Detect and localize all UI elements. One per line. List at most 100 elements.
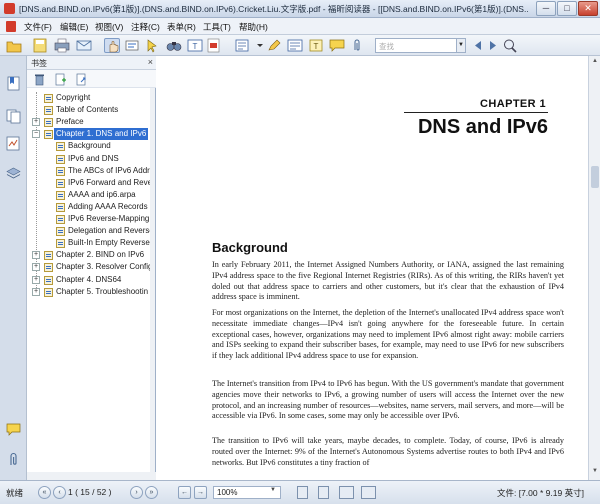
continuous-view-icon[interactable]	[318, 486, 329, 499]
bookmark-item[interactable]: + Chapter 4. DNS64	[32, 274, 151, 286]
bookmark-item[interactable]: Adding AAAA Records	[44, 201, 151, 213]
find-icon[interactable]	[166, 38, 182, 53]
comments-panel-icon[interactable]	[6, 422, 21, 437]
note-icon[interactable]	[234, 38, 250, 53]
textbox-icon[interactable]: T	[308, 38, 324, 53]
callout-icon[interactable]	[287, 38, 303, 53]
bookmark-icon	[44, 287, 53, 297]
bookmark-icon	[56, 166, 65, 176]
zoom-dropdown-icon[interactable]: ▼	[270, 487, 276, 493]
open-icon[interactable]	[6, 38, 22, 53]
bookmark-item[interactable]: + Chapter 3. Resolver Config	[32, 261, 151, 273]
bookmark-tree: Copyright Table of Contents + Preface − Chapt…	[27, 88, 151, 480]
scroll-down-icon[interactable]: ▼	[591, 468, 599, 476]
search-input[interactable]: 查找	[375, 38, 457, 53]
menu-tools[interactable]: 工具(T)	[203, 21, 231, 33]
bookmark-item[interactable]: The ABCs of IPv6 Addr	[44, 165, 151, 177]
tree-expander-icon[interactable]: +	[32, 275, 40, 284]
pdf-icon[interactable]	[206, 38, 222, 53]
bookmark-item[interactable]: + Preface	[32, 116, 151, 128]
next-page-icon[interactable]: ›	[130, 486, 143, 499]
first-page-icon[interactable]: «	[38, 486, 51, 499]
attachments-panel-icon[interactable]	[6, 452, 21, 467]
bookmark-icon	[44, 275, 53, 285]
paragraph: The Internet's transition from IPv4 to I…	[212, 379, 564, 421]
bookmark-label: AAAA and ip6.arpa	[68, 189, 136, 199]
pages-panel-icon[interactable]	[6, 109, 21, 124]
delete-bookmark-icon[interactable]	[33, 73, 46, 86]
layers-panel-icon[interactable]	[6, 166, 21, 181]
bookmark-label: Table of Contents	[56, 105, 119, 115]
bookmark-item[interactable]: IPv6 Reverse-Mapping Z	[44, 213, 151, 225]
bookmark-label: Chapter 4. DNS64	[56, 274, 122, 284]
select-text-icon[interactable]	[124, 38, 140, 53]
bookmark-icon	[44, 130, 53, 140]
prev-search-icon[interactable]	[470, 38, 486, 53]
menu-form[interactable]: 表单(R)	[167, 21, 196, 33]
next-search-icon[interactable]	[485, 38, 501, 53]
maximize-button[interactable]: □	[557, 1, 577, 16]
hand-tool-icon[interactable]	[104, 38, 120, 53]
bookmark-label: Chapter 3. Resolver Config	[56, 262, 151, 272]
expand-bookmark-icon[interactable]	[75, 73, 88, 86]
close-button[interactable]: ✕	[578, 1, 598, 16]
paragraph: The transition to IPv6 will take years, …	[212, 436, 564, 467]
print-icon[interactable]	[54, 38, 70, 53]
email-icon[interactable]	[76, 38, 92, 53]
facing-view-icon[interactable]	[339, 486, 354, 499]
tree-expander-icon[interactable]: +	[32, 263, 40, 272]
minimize-button[interactable]: ─	[536, 1, 556, 16]
bookmarks-close-button[interactable]: ×	[148, 57, 153, 67]
snapshot-icon[interactable]	[145, 38, 161, 53]
bookmarks-horizontal-scrollbar[interactable]	[27, 472, 156, 480]
bookmark-item[interactable]: IPv6 and DNS	[44, 153, 151, 165]
document-vertical-scrollbar[interactable]: ▲ ▼	[588, 56, 600, 480]
bookmark-item[interactable]: AAAA and ip6.arpa	[44, 189, 151, 201]
bookmark-item[interactable]: − Chapter 1. DNS and IPv6	[32, 128, 151, 141]
search-dropdown-icon[interactable]: ▼	[457, 38, 466, 53]
bookmarks-vertical-scrollbar[interactable]	[150, 88, 155, 480]
bookmark-item[interactable]: Built-In Empty Reverse	[44, 237, 151, 249]
menu-comment[interactable]: 注释(C)	[131, 21, 160, 33]
last-page-icon[interactable]: »	[145, 486, 158, 499]
tree-expander-icon[interactable]: +	[32, 287, 40, 296]
menu-view[interactable]: 视图(V)	[95, 21, 123, 33]
comment-icon[interactable]	[329, 38, 345, 53]
attach-icon[interactable]	[350, 38, 366, 53]
paragraph: In early February 2011, the Internet Ass…	[212, 260, 564, 302]
bookmark-item[interactable]: + Chapter 2. BIND on IPv6	[32, 249, 151, 261]
tree-expander-icon[interactable]: +	[32, 118, 40, 127]
note-dropdown-icon[interactable]	[252, 38, 263, 53]
menu-edit[interactable]: 编辑(E)	[60, 21, 88, 33]
save-icon[interactable]	[32, 38, 48, 53]
highlight-icon[interactable]	[266, 38, 282, 53]
scroll-thumb[interactable]	[591, 166, 599, 188]
bookmark-item[interactable]: Background	[44, 140, 151, 152]
bookmark-label: Chapter 5. Troubleshootin	[56, 286, 149, 296]
menu-file[interactable]: 文件(F)	[24, 21, 52, 33]
prev-page-icon[interactable]: ‹	[53, 486, 66, 499]
bookmark-item[interactable]: Copyright	[32, 92, 151, 104]
add-bookmark-icon[interactable]	[54, 73, 67, 86]
bookmark-icon	[44, 106, 53, 116]
continuous-facing-view-icon[interactable]	[361, 486, 376, 499]
page-number-field[interactable]: 1 ( 15 / 52 )	[68, 487, 111, 497]
back-view-icon[interactable]: ←	[178, 486, 191, 499]
bookmark-item[interactable]: Delegation and Reverse	[44, 225, 151, 237]
menu-help[interactable]: 帮助(H)	[239, 21, 268, 33]
document-view[interactable]: CHAPTER 1 DNS and IPv6 Background In ear…	[156, 56, 588, 480]
signatures-panel-icon[interactable]	[6, 136, 21, 151]
bookmark-item[interactable]: Table of Contents	[32, 104, 151, 116]
zoom-search-icon[interactable]	[502, 38, 518, 53]
bookmarks-panel-icon[interactable]	[6, 76, 21, 91]
tree-expander-icon[interactable]: +	[32, 251, 40, 260]
single-page-view-icon[interactable]	[297, 486, 308, 499]
window-title: [DNS.and.BIND.on.IPv6(第1版)].(DNS.and.BIN…	[19, 4, 529, 14]
bookmark-item[interactable]: + Chapter 5. Troubleshootin	[32, 286, 151, 298]
typewriter-icon[interactable]: T	[187, 38, 203, 53]
forward-view-icon[interactable]: →	[194, 486, 207, 499]
tree-expander-icon[interactable]: −	[32, 130, 40, 139]
bookmark-item[interactable]: IPv6 Forward and Reve	[44, 177, 151, 189]
side-panel-strip	[0, 56, 27, 480]
scroll-up-icon[interactable]: ▲	[591, 58, 599, 66]
